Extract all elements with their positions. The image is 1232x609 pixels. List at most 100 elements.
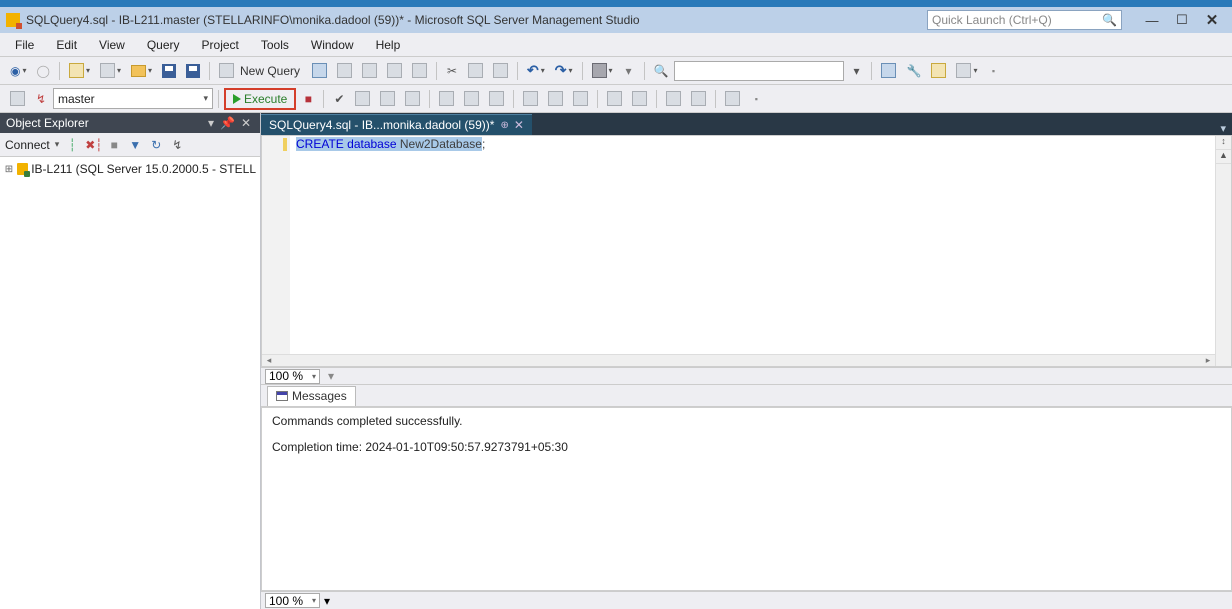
db-engine-query-icon[interactable] (308, 60, 331, 82)
execution-plan-icon[interactable] (588, 60, 617, 82)
activity-monitor-icon[interactable]: ▾ (619, 60, 639, 82)
nav-fwd-button[interactable]: ◯ (33, 60, 54, 82)
parse-button[interactable]: ✔ (329, 88, 349, 110)
maximize-button[interactable]: ☐ (1168, 10, 1196, 30)
include-plan-icon[interactable] (435, 88, 458, 110)
connect-label[interactable]: Connect (5, 138, 50, 152)
messages-panel[interactable]: Commands completed successfully. Complet… (261, 407, 1232, 591)
panel-menu-icon[interactable]: ▾ (205, 116, 217, 130)
small-settings-icon[interactable]: ▪ (983, 60, 1003, 82)
specify-template-icon[interactable] (721, 88, 744, 110)
copy-button[interactable] (464, 60, 487, 82)
trace-query-icon[interactable]: ▪ (746, 88, 766, 110)
minimize-button[interactable]: — (1138, 10, 1166, 30)
database-selected: master (58, 92, 95, 106)
quick-launch-placeholder: Quick Launch (Ctrl+Q) (932, 13, 1052, 27)
connect-icon[interactable]: ┆ (64, 138, 80, 152)
filter-icon[interactable]: ▼ (127, 138, 143, 152)
sql-editor[interactable]: CREATE database New2Database; ↕ ▲ ◂ ▸ (261, 135, 1232, 367)
object-explorer-tree[interactable]: ⊞ IB-L211 (SQL Server 15.0.2000.5 - STEL… (0, 157, 260, 609)
editor-vertical-widgets: ↕ ▲ (1215, 136, 1231, 366)
document-tab[interactable]: SQLQuery4.sql - IB...monika.dadool (59))… (261, 114, 532, 135)
messages-tab[interactable]: Messages (267, 386, 356, 406)
split-icon[interactable]: ↕ (1216, 136, 1231, 150)
toolbox-icon[interactable] (927, 60, 950, 82)
menu-window[interactable]: Window (302, 36, 363, 54)
open-file-button[interactable] (127, 60, 156, 82)
cut-button[interactable]: ✂ (442, 60, 462, 82)
find-icon[interactable]: 🔍 (650, 60, 673, 82)
xmla-query-icon[interactable] (383, 60, 406, 82)
find-dropdown[interactable]: ▾ (846, 60, 866, 82)
menu-file[interactable]: File (6, 36, 43, 54)
include-live-stats-icon[interactable] (485, 88, 508, 110)
menu-query[interactable]: Query (138, 36, 189, 54)
query-options-icon[interactable] (376, 88, 399, 110)
refresh-icon[interactable]: ↻ (148, 138, 164, 152)
pin-icon[interactable]: 📌 (217, 116, 238, 130)
wrench-icon[interactable]: 🔧 (902, 60, 925, 82)
change-connection-icon[interactable] (6, 88, 29, 110)
stop-icon[interactable]: ■ (106, 138, 122, 152)
scroll-right-icon[interactable]: ▸ (1201, 355, 1215, 366)
scroll-up-icon[interactable]: ▲ (1216, 150, 1231, 164)
results-to-file-icon[interactable] (569, 88, 592, 110)
menu-view[interactable]: View (90, 36, 134, 54)
undo-button[interactable]: ↶ (523, 60, 549, 82)
object-explorer-title: Object Explorer (6, 116, 89, 130)
increase-indent-icon[interactable] (687, 88, 710, 110)
cancel-query-button[interactable]: ■ (298, 88, 318, 110)
find-input[interactable] (674, 61, 844, 81)
results-to-text-icon[interactable] (519, 88, 542, 110)
search-icon: 🔍 (1102, 13, 1117, 27)
menu-tools[interactable]: Tools (252, 36, 298, 54)
editor-zoom-bar: 100 % ▾ (261, 367, 1232, 385)
tab-close-icon[interactable]: ✕ (514, 118, 524, 132)
close-button[interactable]: ✕ (1198, 10, 1226, 30)
menu-edit[interactable]: Edit (47, 36, 86, 54)
register-servers-icon[interactable] (877, 60, 900, 82)
paste-button[interactable] (489, 60, 512, 82)
dax-query-icon[interactable] (408, 60, 431, 82)
scroll-left-icon[interactable]: ◂ (262, 355, 276, 366)
new-item-button[interactable] (96, 60, 125, 82)
window-layout-icon[interactable] (952, 60, 981, 82)
messages-line-2: Completion time: 2024-01-10T09:50:57.927… (272, 440, 1221, 454)
redo-button[interactable]: ↷ (551, 60, 577, 82)
mdx-query-icon[interactable] (333, 60, 356, 82)
zoom-combo-2[interactable]: 100 % (265, 593, 320, 608)
search-small-icon[interactable]: ↯ (169, 138, 185, 152)
include-stats-icon[interactable] (460, 88, 483, 110)
panel-close-icon[interactable]: ✕ (238, 116, 254, 130)
editor-content[interactable]: CREATE database New2Database; (296, 137, 485, 151)
save-button[interactable] (158, 60, 180, 82)
object-explorer-header[interactable]: Object Explorer ▾ 📌 ✕ (0, 113, 260, 133)
disconnect-icon[interactable]: ✖┆ (85, 138, 101, 152)
results-tabs: Messages (261, 385, 1232, 407)
decrease-indent-icon[interactable] (662, 88, 685, 110)
save-all-button[interactable] (182, 60, 204, 82)
zoom-value-2: 100 % (269, 594, 303, 608)
tab-overflow-icon[interactable]: ▾ (1214, 122, 1232, 135)
new-project-button[interactable] (65, 60, 94, 82)
expand-icon[interactable]: ⊞ (4, 164, 14, 175)
menu-project[interactable]: Project (193, 36, 248, 54)
editor-hscroll[interactable]: ◂ ▸ (262, 354, 1215, 366)
new-query-button[interactable]: New Query (215, 60, 306, 82)
execute-button[interactable]: Execute (224, 88, 296, 110)
results-to-grid-icon[interactable] (544, 88, 567, 110)
menu-help[interactable]: Help (367, 36, 410, 54)
dmx-query-icon[interactable] (358, 60, 381, 82)
database-combo[interactable]: master (53, 88, 213, 109)
intellisense-icon[interactable] (401, 88, 424, 110)
zoom-combo[interactable]: 100 % (265, 369, 320, 384)
comment-icon[interactable] (603, 88, 626, 110)
nav-back-button[interactable]: ◉ (6, 60, 31, 82)
display-plan-icon[interactable] (351, 88, 374, 110)
uncomment-icon[interactable] (628, 88, 651, 110)
sql-semicolon: ; (482, 137, 485, 151)
tree-server-node[interactable]: ⊞ IB-L211 (SQL Server 15.0.2000.5 - STEL… (2, 161, 258, 177)
quick-launch-input[interactable]: Quick Launch (Ctrl+Q) 🔍 (927, 10, 1122, 30)
tab-pin-icon[interactable]: ⊕ (500, 120, 508, 131)
available-databases-icon[interactable]: ↯ (31, 88, 51, 110)
